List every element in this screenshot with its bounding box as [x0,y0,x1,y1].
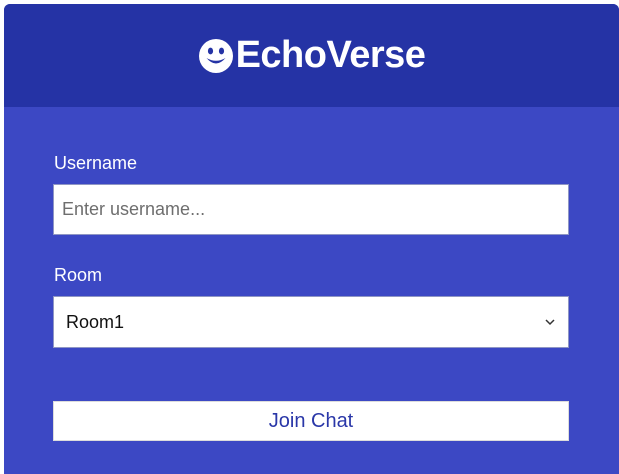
join-card: EchoVerse Username Room Room1 Join Chat [4,4,619,474]
app-header: EchoVerse [4,4,619,107]
room-select-value: Room1 [66,311,125,332]
brand: EchoVerse [198,34,426,77]
join-chat-button[interactable]: Join Chat [53,401,569,441]
smiley-face-icon [198,38,233,73]
room-label: Room [54,265,103,285]
username-input[interactable] [53,184,569,235]
room-select[interactable]: Room1 [53,296,569,348]
username-label: Username [54,153,138,173]
chevron-down-icon [545,319,555,326]
app-title: EchoVerse [235,34,426,76]
